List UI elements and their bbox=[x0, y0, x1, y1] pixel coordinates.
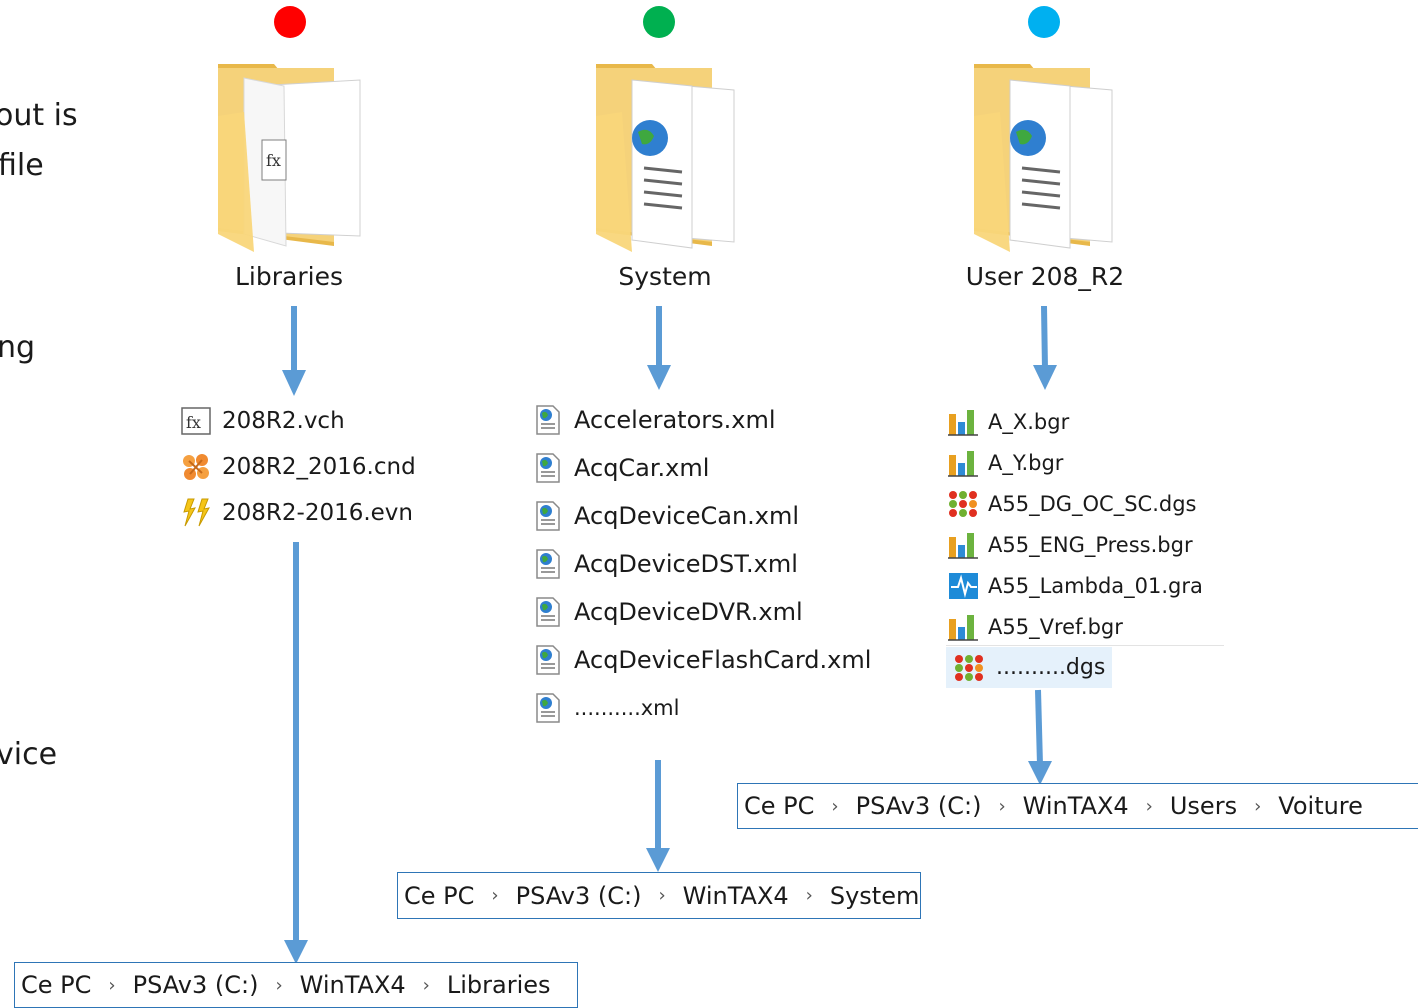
breadcrumb-item[interactable]: PSAv3 (C:) bbox=[133, 971, 259, 999]
chevron-right-icon: › bbox=[422, 974, 430, 996]
file-name: AcqCar.xml bbox=[574, 454, 710, 482]
arrow-libraries-to-path bbox=[284, 542, 308, 964]
file-item-more-xml[interactable]: ..........xml bbox=[534, 690, 679, 726]
file-item-acqdevicedst-xml[interactable]: AcqDeviceDST.xml bbox=[534, 546, 798, 582]
event-file-icon bbox=[183, 498, 210, 527]
breadcrumb-item[interactable]: Libraries bbox=[447, 971, 551, 999]
breadcrumb-item[interactable]: WinTAX4 bbox=[300, 971, 406, 999]
svg-text:fx: fx bbox=[186, 413, 201, 432]
breadcrumb-item[interactable]: Ce PC bbox=[21, 971, 91, 999]
xml-file-icon bbox=[536, 645, 560, 675]
xml-file-icon bbox=[536, 549, 560, 579]
file-name: A_X.bgr bbox=[988, 410, 1070, 434]
xml-file-icon bbox=[536, 405, 560, 435]
chevron-right-icon: › bbox=[108, 974, 116, 996]
file-item-accelerators-xml[interactable]: Accelerators.xml bbox=[534, 402, 776, 438]
arrow-libraries-down bbox=[282, 306, 306, 396]
breadcrumb-libraries[interactable]: Ce PC › PSAv3 (C:) › WinTAX4 › Libraries bbox=[14, 962, 578, 1008]
file-name: A55_Lambda_01.gra bbox=[988, 574, 1203, 598]
file-item-a55-dg-oc-sc-dgs[interactable]: A55_DG_OC_SC.dgs bbox=[948, 488, 1197, 520]
file-name: AcqDeviceDVR.xml bbox=[574, 598, 803, 626]
chevron-right-icon: › bbox=[275, 974, 283, 996]
breadcrumb-user[interactable]: Ce PC › PSAv3 (C:) › WinTAX4 › Users › V… bbox=[737, 783, 1418, 829]
file-name: 208R2-2016.evn bbox=[222, 500, 413, 526]
file-name: 208R2.vch bbox=[222, 408, 345, 434]
file-item-208r2-vch[interactable]: fx 208R2.vch bbox=[180, 405, 345, 437]
file-name: ..........xml bbox=[574, 696, 680, 720]
chevron-right-icon: › bbox=[491, 885, 499, 906]
graph-file-icon bbox=[949, 573, 978, 599]
breadcrumb-item[interactable]: Ce PC bbox=[744, 792, 814, 820]
breadcrumb-item[interactable]: Users bbox=[1170, 792, 1237, 820]
file-name: AcqDeviceDST.xml bbox=[574, 550, 798, 578]
breadcrumb-item[interactable]: Ce PC bbox=[404, 882, 474, 910]
xml-file-icon bbox=[536, 501, 560, 531]
xml-file-icon bbox=[536, 453, 560, 483]
bargraph-file-icon bbox=[948, 451, 978, 477]
breadcrumb-system[interactable]: Ce PC › PSAv3 (C:) › WinTAX4 › System bbox=[397, 872, 921, 919]
file-name: A55_DG_OC_SC.dgs bbox=[988, 492, 1197, 516]
file-item-208r2-2016-cnd[interactable]: 208R2_2016.cnd bbox=[180, 451, 416, 483]
file-name: A55_ENG_Press.bgr bbox=[988, 533, 1193, 557]
chevron-right-icon: › bbox=[831, 795, 839, 817]
breadcrumb-item[interactable]: System bbox=[830, 882, 920, 910]
file-name: ..........dgs bbox=[996, 655, 1106, 680]
file-item-a55-vref-bgr[interactable]: A55_Vref.bgr bbox=[948, 611, 1123, 643]
breadcrumb-item[interactable]: PSAv3 (C:) bbox=[856, 792, 982, 820]
file-item-a55-lambda-01-gra[interactable]: A55_Lambda_01.gra bbox=[948, 570, 1203, 602]
file-item-acqcar-xml[interactable]: AcqCar.xml bbox=[534, 450, 709, 486]
arrow-user-to-path bbox=[1028, 689, 1052, 785]
fx-file-icon: fx bbox=[181, 407, 211, 435]
chevron-right-icon: › bbox=[1145, 795, 1153, 817]
file-item-a-x-bgr[interactable]: A_X.bgr bbox=[948, 406, 1069, 438]
file-item-acqdevicedvr-xml[interactable]: AcqDeviceDVR.xml bbox=[534, 594, 803, 630]
dgs-file-icon bbox=[955, 654, 983, 681]
breadcrumb-item[interactable]: WinTAX4 bbox=[1023, 792, 1129, 820]
arrow-user-down bbox=[1033, 305, 1057, 390]
file-name: A55_Vref.bgr bbox=[988, 615, 1123, 639]
xml-file-icon bbox=[536, 597, 560, 627]
chevron-right-icon: › bbox=[998, 795, 1006, 817]
file-item-more-dgs[interactable]: ..........dgs bbox=[946, 647, 1112, 688]
file-item-208r2-2016-evn[interactable]: 208R2-2016.evn bbox=[180, 497, 413, 529]
bargraph-file-icon bbox=[948, 410, 978, 436]
breadcrumb-item[interactable]: PSAv3 (C:) bbox=[516, 882, 642, 910]
breadcrumb-item[interactable]: WinTAX4 bbox=[683, 882, 789, 910]
arrow-system-to-path bbox=[646, 760, 670, 872]
file-item-acqdeviceflashcard-xml[interactable]: AcqDeviceFlashCard.xml bbox=[534, 642, 871, 678]
file-item-a-y-bgr[interactable]: A_Y.bgr bbox=[948, 447, 1063, 479]
file-name: 208R2_2016.cnd bbox=[222, 454, 416, 480]
file-item-a55-eng-press-bgr[interactable]: A55_ENG_Press.bgr bbox=[948, 529, 1193, 561]
file-name: A_Y.bgr bbox=[988, 451, 1064, 475]
bargraph-file-icon bbox=[948, 615, 978, 641]
dgs-file-icon bbox=[949, 491, 977, 517]
xml-file-icon bbox=[536, 693, 560, 723]
file-item-acqdevicecan-xml[interactable]: AcqDeviceCan.xml bbox=[534, 498, 799, 534]
bargraph-file-icon bbox=[948, 533, 978, 559]
chevron-right-icon: › bbox=[805, 885, 813, 906]
chevron-right-icon: › bbox=[658, 885, 666, 906]
condition-file-icon bbox=[183, 454, 209, 480]
arrow-system-down bbox=[647, 306, 671, 390]
breadcrumb-item[interactable]: Voiture bbox=[1278, 792, 1363, 820]
file-name: AcqDeviceCan.xml bbox=[574, 502, 800, 530]
chevron-right-icon: › bbox=[1254, 795, 1262, 817]
file-name: AcqDeviceFlashCard.xml bbox=[574, 646, 872, 674]
file-name: Accelerators.xml bbox=[574, 406, 776, 434]
selection-divider bbox=[946, 645, 1224, 646]
